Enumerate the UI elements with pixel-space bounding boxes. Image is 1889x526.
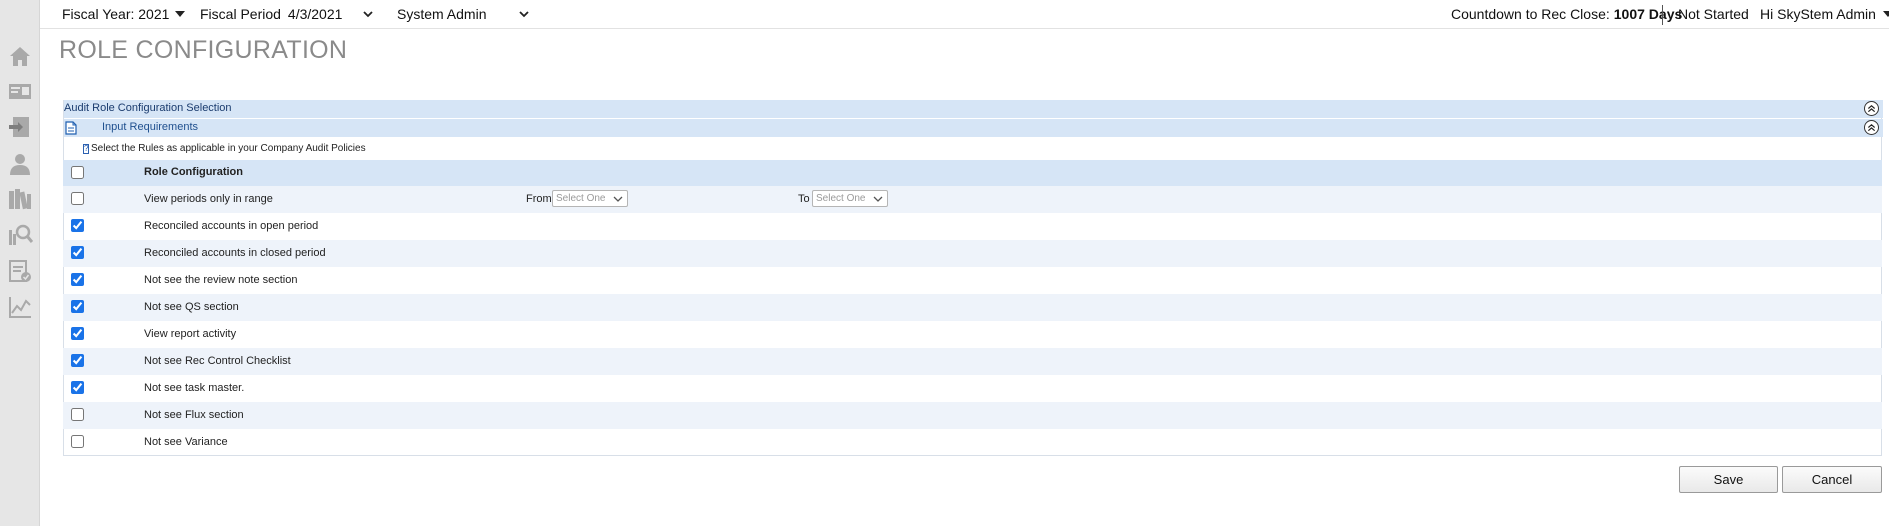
rule-checkbox[interactable]	[71, 273, 84, 286]
rule-checkbox[interactable]	[71, 435, 84, 448]
instruction-label: Select the Rules as applicable in your C…	[91, 143, 366, 154]
table-row: Not see QS section	[63, 294, 1882, 321]
save-button[interactable]: Save	[1679, 466, 1778, 493]
double-chevron-up-icon	[1867, 105, 1876, 113]
rule-label: Not see Variance	[144, 436, 228, 448]
user-menu[interactable]: Hi SkyStem Admin	[1760, 6, 1889, 22]
rule-label: Not see the review note section	[144, 274, 298, 286]
home-icon[interactable]	[0, 39, 40, 73]
subsection-header[interactable]: Input Requirements	[64, 119, 1883, 137]
sidebar-nav	[0, 0, 40, 526]
analytics-icon[interactable]	[0, 290, 40, 324]
fiscal-year-dropdown[interactable]: Fiscal Year: 2021	[62, 6, 186, 22]
section-title: Audit Role Configuration Selection	[64, 102, 232, 114]
document-icon	[65, 121, 77, 138]
rule-label: Reconciled accounts in open period	[144, 220, 319, 232]
chevron-down-icon	[873, 196, 883, 202]
select-all-checkbox[interactable]	[71, 166, 84, 179]
caret-down-icon	[175, 11, 186, 17]
countdown-value: 1007 Days	[1613, 6, 1683, 22]
subsection-title: Input Requirements	[102, 121, 198, 133]
collapse-subsection-button[interactable]	[1864, 120, 1879, 135]
table-row: Not see task master.	[63, 375, 1882, 402]
table-row: Reconciled accounts in closed period	[63, 240, 1882, 267]
import-icon[interactable]	[0, 110, 40, 144]
caret-down-icon	[1882, 11, 1889, 17]
table-row: Not see the review note section	[63, 267, 1882, 294]
fiscal-period-value: 4/3/2021	[287, 6, 343, 22]
double-chevron-up-icon	[1867, 124, 1876, 132]
chevron-down-icon	[518, 8, 530, 20]
rule-label: View periods only in range	[144, 193, 273, 205]
range-to-label: To	[798, 193, 810, 205]
table-header-row: Role Configuration	[63, 160, 1882, 187]
fiscal-period-label: Fiscal Period	[200, 6, 281, 22]
divider	[1662, 5, 1663, 25]
rule-checkbox[interactable]	[71, 246, 84, 259]
rule-label: Not see Rec Control Checklist	[144, 355, 291, 367]
user-icon[interactable]	[0, 147, 40, 181]
rule-checkbox[interactable]	[71, 192, 84, 205]
rule-label: Not see Flux section	[144, 409, 244, 421]
range-to-select[interactable]: Select One	[812, 190, 888, 207]
table-row: View periods only in range From Select O…	[63, 186, 1882, 213]
role-dropdown[interactable]: System Admin	[397, 6, 530, 22]
rule-checkbox[interactable]	[71, 408, 84, 421]
top-bar: Fiscal Year: 2021 Fiscal Period 4/3/2021…	[40, 0, 1889, 29]
instruction-text: ? Select the Rules as applicable in your…	[83, 143, 366, 154]
rule-checkbox[interactable]	[71, 327, 84, 340]
user-greeting: Hi SkyStem Admin	[1760, 6, 1876, 22]
fiscal-period-dropdown[interactable]: Fiscal Period 4/3/2021	[200, 6, 374, 22]
range-from-select-value: Select One	[556, 193, 606, 204]
fiscal-year-label: Fiscal Year: 2021	[62, 6, 170, 22]
countdown: Countdown to Rec Close: 1007 Days	[1451, 6, 1682, 22]
rule-label: View report activity	[144, 328, 237, 340]
rule-label: Not see task master.	[144, 382, 245, 394]
page-title: ROLE CONFIGURATION	[59, 36, 348, 64]
rule-checkbox[interactable]	[71, 300, 84, 313]
accounts-icon[interactable]	[0, 75, 40, 109]
range-to-select-value: Select One	[816, 193, 866, 204]
column-header: Role Configuration	[144, 166, 243, 178]
range-from-select[interactable]: Select One	[552, 190, 628, 207]
section-header[interactable]: Audit Role Configuration Selection	[64, 100, 1883, 118]
table-row: View report activity	[63, 321, 1882, 348]
table-row: Reconciled accounts in open period	[63, 213, 1882, 240]
collapse-section-button[interactable]	[1864, 101, 1879, 116]
cancel-button[interactable]: Cancel	[1782, 466, 1882, 493]
rule-checkbox[interactable]	[71, 381, 84, 394]
range-from-label: From	[526, 193, 552, 205]
rule-checkbox[interactable]	[71, 219, 84, 232]
help-icon[interactable]: ?	[83, 143, 89, 154]
rule-checkbox[interactable]	[71, 354, 84, 367]
search-report-icon[interactable]	[0, 218, 40, 252]
role-label: System Admin	[397, 6, 487, 22]
rule-label: Not see QS section	[144, 301, 239, 313]
table-row: Not see Rec Control Checklist	[63, 348, 1882, 375]
table-row: Not see Flux section	[63, 402, 1882, 429]
chevron-down-icon	[613, 196, 623, 202]
rule-label: Reconciled accounts in closed period	[144, 247, 326, 259]
chevron-down-icon	[362, 8, 374, 20]
countdown-label: Countdown to Rec Close:	[1451, 6, 1610, 22]
library-icon[interactable]	[0, 182, 40, 216]
rec-status: Not Started	[1678, 6, 1749, 22]
checklist-icon[interactable]	[0, 254, 40, 288]
table-row: Not see Variance	[63, 429, 1882, 456]
